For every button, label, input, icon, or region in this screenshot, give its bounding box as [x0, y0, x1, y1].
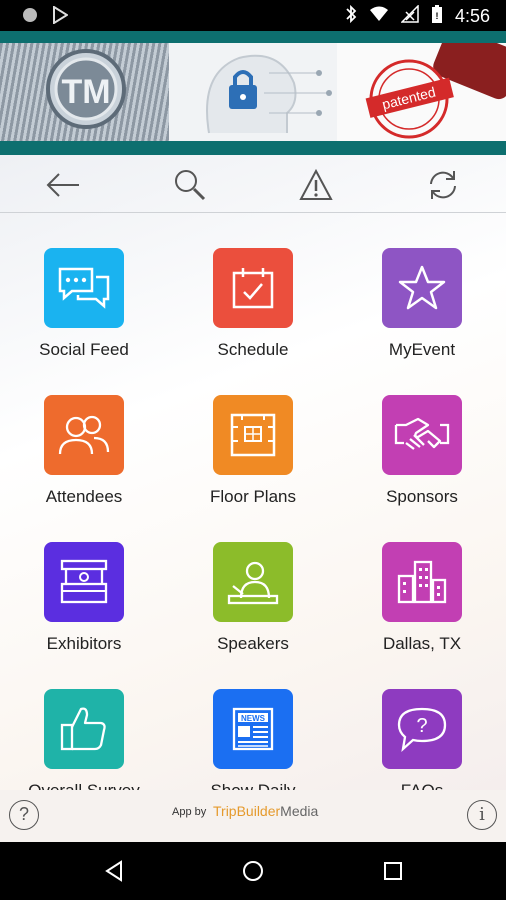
- newspaper-icon: NEWS: [213, 689, 293, 769]
- brand-part1: TripBuilder: [213, 803, 281, 819]
- calendar-check-icon: [213, 248, 293, 328]
- speaker-podium-icon: [213, 542, 293, 622]
- toolbar: [0, 155, 506, 213]
- alert-icon[interactable]: [298, 167, 334, 203]
- app-content: Social Feed Schedule MyEvent Attendees F…: [0, 155, 506, 842]
- search-icon[interactable]: [172, 167, 208, 203]
- tile-label: Attendees: [45, 487, 123, 506]
- tile-label: MyEvent: [388, 340, 456, 359]
- brand-logo: TripBuilderMedia: [213, 803, 318, 819]
- tile-label: Speakers: [217, 634, 289, 653]
- tile-floor-plans[interactable]: Floor Plans: [169, 382, 337, 522]
- app-by-label: App by: [172, 806, 207, 818]
- help-icon[interactable]: ?: [9, 800, 39, 830]
- handshake-icon: [382, 395, 462, 475]
- tile-speakers[interactable]: Speakers: [169, 529, 337, 669]
- bluetooth-icon: [345, 4, 357, 29]
- svg-text:!: !: [435, 11, 438, 21]
- tm-text: TM: [61, 73, 110, 111]
- people-icon: [44, 395, 124, 475]
- tile-label: Dallas, TX: [382, 634, 462, 653]
- play-store-icon: [52, 5, 69, 29]
- tile-sponsors[interactable]: Sponsors: [338, 382, 506, 522]
- booth-icon: [44, 542, 124, 622]
- back-arrow-icon[interactable]: [45, 167, 81, 203]
- footer: ? App by TripBuilderMedia i: [0, 790, 506, 842]
- question-bubble-icon: ?: [382, 689, 462, 769]
- tile-myevent[interactable]: MyEvent: [338, 235, 506, 375]
- tile-label: Schedule: [217, 340, 289, 359]
- star-icon: [382, 248, 462, 328]
- city-buildings-icon: [382, 542, 462, 622]
- tile-schedule[interactable]: Schedule: [169, 235, 337, 375]
- tile-label: Sponsors: [386, 487, 458, 506]
- tile-dallas-tx[interactable]: Dallas, TX: [338, 529, 506, 669]
- thumbs-up-icon: [44, 689, 124, 769]
- back-triangle-icon[interactable]: [99, 856, 129, 886]
- tile-social-feed[interactable]: Social Feed: [0, 235, 168, 375]
- svg-text:?: ?: [416, 715, 427, 737]
- home-circle-icon[interactable]: [238, 856, 268, 886]
- android-nav-bar: [0, 842, 506, 900]
- no-signal-icon: [400, 4, 419, 28]
- wifi-icon: [369, 5, 389, 28]
- status-time: 4:56: [454, 6, 490, 26]
- recents-square-icon[interactable]: [378, 856, 408, 886]
- tile-exhibitors[interactable]: Exhibitors: [0, 529, 168, 669]
- battery-icon: !: [431, 4, 443, 29]
- floor-plan-icon: [213, 395, 293, 475]
- brand-part2: Media: [280, 803, 319, 819]
- svg-text:NEWS: NEWS: [241, 714, 266, 723]
- refresh-icon[interactable]: [425, 167, 461, 203]
- info-icon[interactable]: i: [467, 800, 497, 830]
- circle-icon: [22, 7, 38, 28]
- header-banner: TM patented: [0, 31, 506, 155]
- tile-label: Social Feed: [39, 340, 129, 359]
- status-bar: ! 4:56: [0, 0, 506, 31]
- tile-label: Floor Plans: [210, 487, 296, 506]
- patented-stamp-image: patented: [337, 43, 506, 141]
- lock-head-image: [168, 43, 338, 141]
- chat-bubbles-icon: [44, 248, 124, 328]
- trademark-image: TM: [0, 43, 169, 141]
- tile-attendees[interactable]: Attendees: [0, 382, 168, 522]
- tile-label: Exhibitors: [46, 634, 122, 653]
